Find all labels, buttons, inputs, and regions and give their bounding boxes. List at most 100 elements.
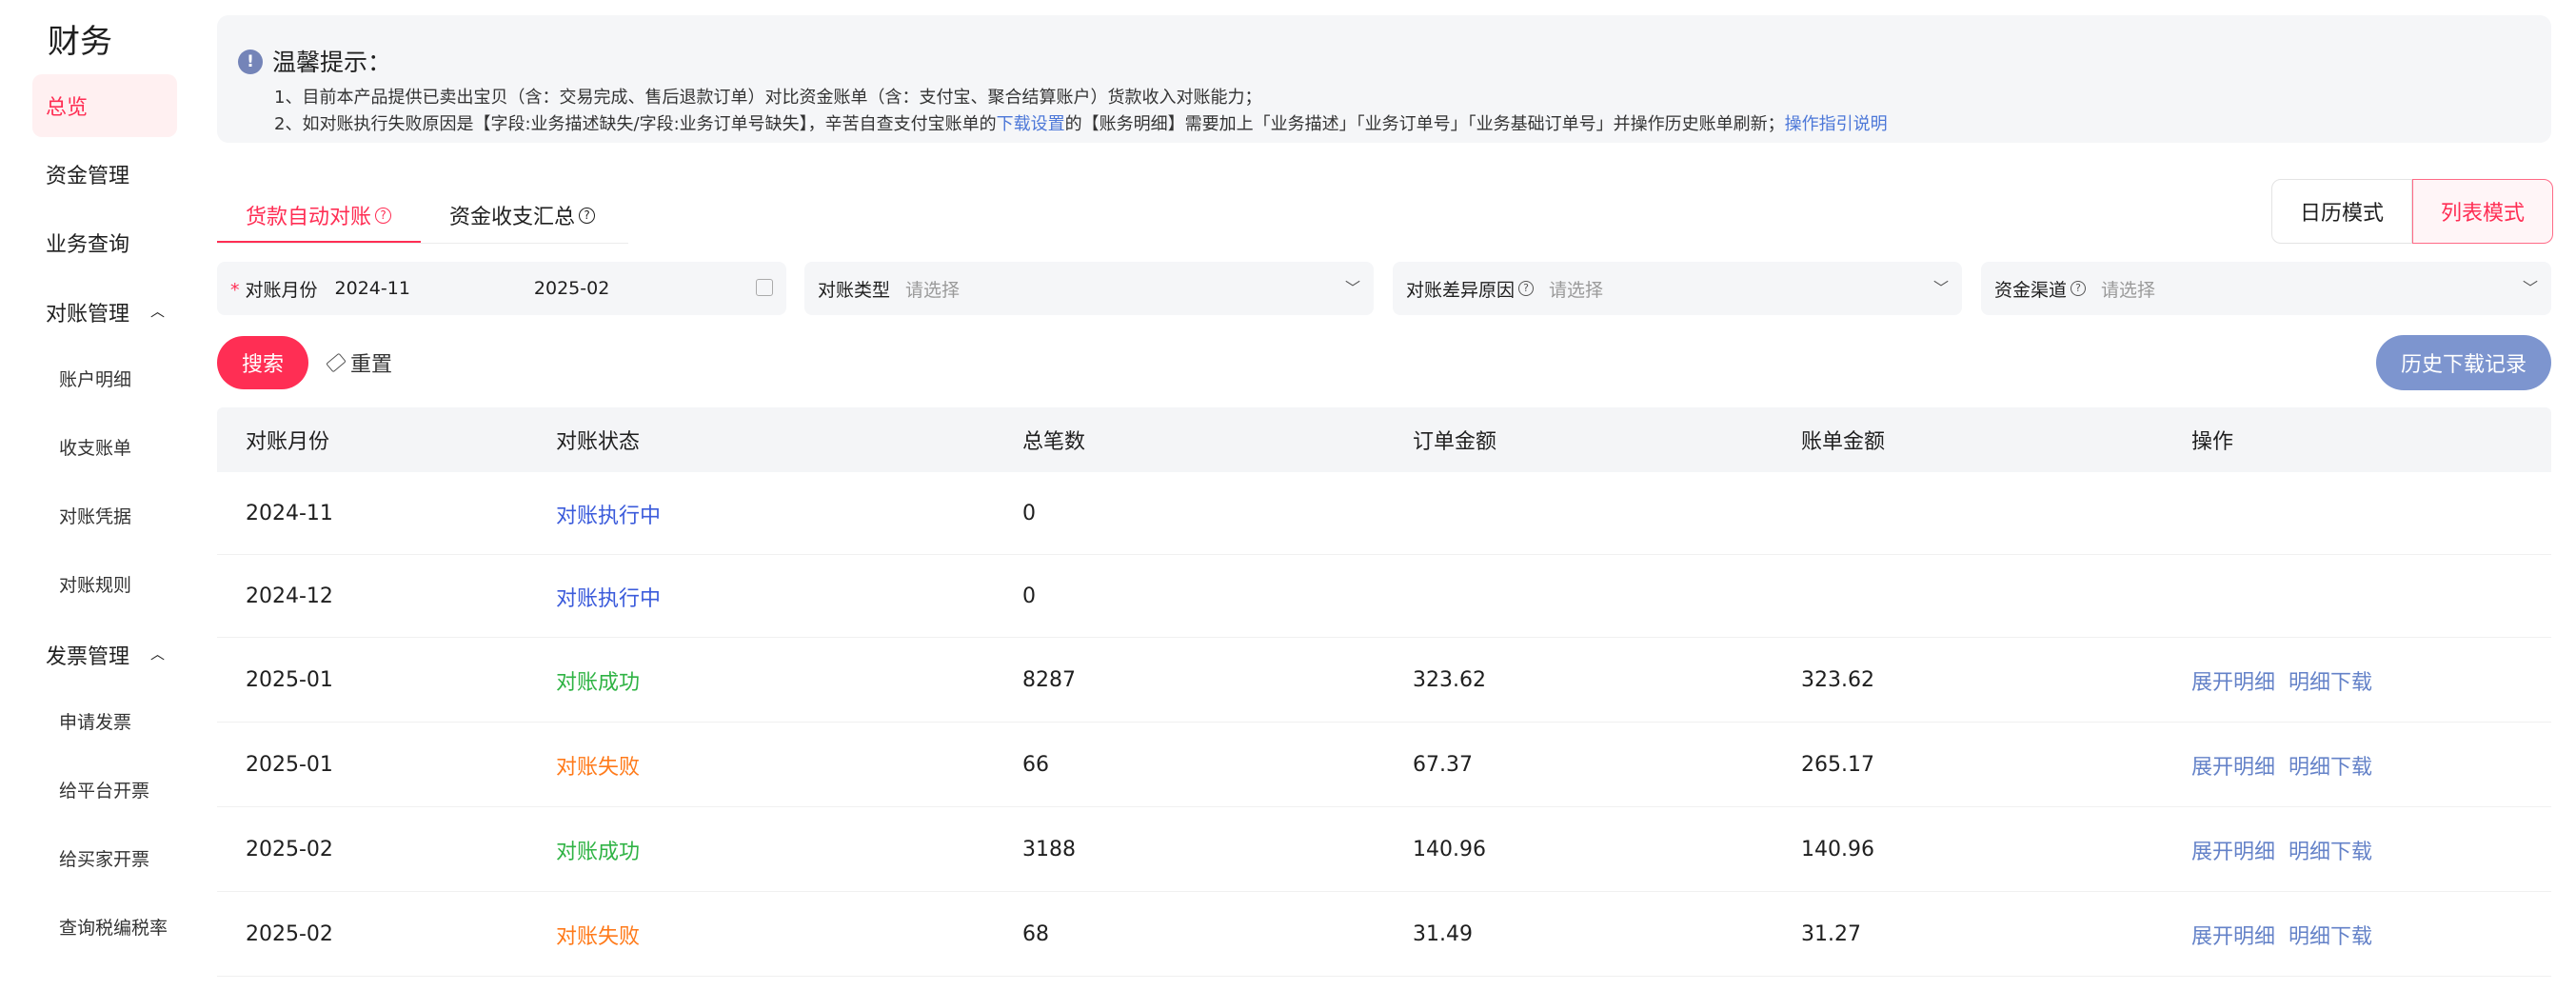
- month-range-picker[interactable]: * 对账月份 2024-11 2025-02: [217, 262, 786, 315]
- cell-count: 0: [1022, 502, 1036, 525]
- recon-table: 对账月份 对账状态 总笔数 订单金额 账单金额 操作 2024-11 对账执行中 0…: [217, 407, 2551, 977]
- download-detail-link[interactable]: 明细下载: [2289, 750, 2372, 781]
- diff-reason-placeholder: 请选择: [1549, 279, 1604, 301]
- col-order-amount: 订单金额: [1413, 430, 1497, 454]
- calendar-mode-button[interactable]: 日历模式: [2271, 179, 2412, 244]
- sidebar-item-fund-mgmt[interactable]: 资金管理: [32, 143, 177, 206]
- cell-month: 2025-01: [246, 753, 333, 777]
- download-detail-link[interactable]: 明细下载: [2289, 665, 2372, 696]
- cell-bill-amount: 140.96: [1801, 838, 1874, 861]
- sidebar-item-buyer-invoice[interactable]: 给买家开票: [59, 837, 192, 879]
- cell-status: 对账失败: [556, 924, 641, 949]
- sidebar-group-invoice-label: 发票管理: [46, 645, 130, 669]
- download-detail-link[interactable]: 明细下载: [2289, 920, 2372, 950]
- download-settings-link[interactable]: 下载设置: [997, 114, 1065, 134]
- cell-order-amount: 67.37: [1413, 753, 1473, 777]
- table-row: 2025-02 对账成功 3188 140.96 140.96 展开明细 明细下载: [217, 807, 2551, 892]
- fund-channel-placeholder: 请选择: [2101, 279, 2156, 301]
- cell-actions: 展开明细 明细下载: [2191, 892, 2386, 977]
- cell-actions: 展开明细 明细下载: [2191, 807, 2386, 892]
- table-header: 对账月份 对账状态 总笔数 订单金额 账单金额 操作: [217, 407, 2551, 472]
- reset-button-label: 重置: [350, 353, 393, 377]
- cell-count: 0: [1022, 584, 1036, 608]
- cell-actions: 展开明细 明细下载: [2191, 723, 2386, 807]
- expand-detail-link[interactable]: 展开明细: [2191, 920, 2275, 950]
- help-icon: ?: [1518, 281, 1535, 296]
- cell-order-amount: 323.62: [1413, 668, 1486, 692]
- sidebar-item-biz-query[interactable]: 业务查询: [32, 211, 177, 274]
- tab-auto-recon-label: 货款自动对账: [246, 206, 372, 229]
- table-row: 2025-01 对账失败 66 67.37 265.17 展开明细 明细下载: [217, 723, 2551, 807]
- tab-fund-summary[interactable]: 资金收支汇总 ?: [449, 187, 621, 244]
- sidebar-title: 财务: [48, 23, 112, 61]
- cell-month: 2025-02: [246, 838, 333, 861]
- cell-month: 2025-02: [246, 922, 333, 946]
- expand-detail-link[interactable]: 展开明细: [2191, 835, 2275, 865]
- eraser-icon: [326, 352, 347, 373]
- cell-status: 对账失败: [556, 755, 641, 780]
- sidebar-item-recon-rules[interactable]: 对账规则: [59, 563, 192, 604]
- cell-count: 66: [1022, 753, 1049, 777]
- download-history-button[interactable]: 历史下载记录: [2376, 335, 2551, 390]
- fund-channel-label: 资金渠道: [1994, 279, 2068, 301]
- col-bill-amount: 账单金额: [1801, 430, 1886, 454]
- sidebar-item-apply-invoice[interactable]: 申请发票: [59, 700, 192, 742]
- cell-order-amount: 140.96: [1413, 838, 1486, 861]
- table-row: 2025-02 对账失败 68 31.49 31.27 展开明细 明细下载: [217, 892, 2551, 977]
- notice-title: 温馨提示：: [272, 49, 392, 76]
- month-end-value[interactable]: 2025-02: [534, 278, 609, 299]
- diff-reason-select[interactable]: 对账差异原因 ? 请选择 ﹀: [1393, 262, 1962, 315]
- table-row: 2025-01 对账成功 8287 323.62 323.62 展开明细 明细下载: [217, 638, 2551, 723]
- cell-count: 3188: [1022, 838, 1076, 861]
- sidebar-group-recon-label: 对账管理: [46, 303, 130, 327]
- table-body: 2024-11 对账执行中 0 2024-12 对账执行中 0 2025-01 对账成功 828…: [217, 472, 2551, 977]
- table-row: 2024-12 对账执行中 0: [217, 555, 2551, 638]
- cell-bill-amount: 323.62: [1801, 668, 1874, 692]
- cell-count: 8287: [1022, 668, 1076, 692]
- chevron-down-icon: ﹀: [1344, 279, 1360, 297]
- list-mode-button[interactable]: 列表模式: [2412, 179, 2553, 244]
- cell-status: 对账成功: [556, 840, 641, 864]
- col-actions: 操作: [2191, 430, 2234, 454]
- cell-bill-amount: 265.17: [1801, 753, 1874, 777]
- cell-status: 对账成功: [556, 670, 641, 695]
- sidebar-group-recon[interactable]: 对账管理 ︿: [46, 288, 188, 336]
- notice-line-2: 2、如对账执行失败原因是【字段:业务描述缺失/字段:业务订单号缺失】，辛苦自查支…: [274, 110, 1888, 135]
- sidebar-item-tax-code[interactable]: 查询税编税率: [59, 905, 192, 947]
- cell-count: 68: [1022, 922, 1049, 946]
- recon-type-select[interactable]: 对账类型 请选择 ﹀: [804, 262, 1374, 315]
- cell-actions: 展开明细 明细下载: [2191, 638, 2386, 723]
- reset-button[interactable]: 重置: [326, 346, 393, 380]
- cell-bill-amount: 31.27: [1801, 922, 1861, 946]
- cell-month: 2025-01: [246, 668, 333, 692]
- download-detail-link[interactable]: 明细下载: [2289, 835, 2372, 865]
- recon-type-placeholder: 请选择: [905, 279, 961, 301]
- notice-line-2-text-a: 2、如对账执行失败原因是【字段:业务描述缺失/字段:业务订单号缺失】，辛苦自查支…: [274, 114, 997, 134]
- expand-detail-link[interactable]: 展开明细: [2191, 665, 2275, 696]
- guide-link[interactable]: 操作指引说明: [1785, 114, 1888, 134]
- sidebar-item-overview[interactable]: 总览: [32, 74, 177, 137]
- sidebar-group-invoice[interactable]: 发票管理 ︿: [46, 631, 188, 679]
- sidebar-item-income-bill[interactable]: 收支账单: [59, 426, 192, 467]
- month-range-label-text: 对账月份: [245, 279, 318, 301]
- sidebar-item-account-detail[interactable]: 账户明细: [59, 357, 192, 399]
- col-status: 对账状态: [556, 430, 641, 454]
- notice-line-1: 1、目前本产品提供已卖出宝贝（含：交易完成、售后退款订单）对比资金账单（含：支付…: [274, 88, 1262, 108]
- fund-channel-select[interactable]: 资金渠道 ? 请选择 ﹀: [1981, 262, 2551, 315]
- calendar-icon: [756, 279, 773, 296]
- notice-line-2-text-b: 的【账务明细】需要加上「业务描述」「业务订单号」「业务基础订单号」并操作历史账单…: [1064, 114, 1785, 134]
- chevron-down-icon: ﹀: [2522, 279, 2538, 297]
- cell-order-amount: 31.49: [1413, 922, 1473, 946]
- sidebar-item-platform-invoice[interactable]: 给平台开票: [59, 768, 192, 810]
- month-start-value[interactable]: 2024-11: [335, 278, 410, 299]
- search-button[interactable]: 搜索: [217, 336, 308, 389]
- tab-auto-recon[interactable]: 货款自动对账 ?: [217, 187, 421, 244]
- required-mark: *: [230, 279, 240, 301]
- notice-banner: ! 温馨提示： 1、目前本产品提供已卖出宝贝（含：交易完成、售后退款订单）对比资…: [217, 15, 2551, 143]
- sidebar-item-recon-voucher[interactable]: 对账凭据: [59, 494, 192, 536]
- table-row: 2024-11 对账执行中 0: [217, 472, 2551, 555]
- cell-status: 对账执行中: [556, 586, 662, 611]
- expand-detail-link[interactable]: 展开明细: [2191, 750, 2275, 781]
- info-icon: !: [238, 50, 263, 74]
- tab-fund-summary-label: 资金收支汇总: [449, 206, 576, 229]
